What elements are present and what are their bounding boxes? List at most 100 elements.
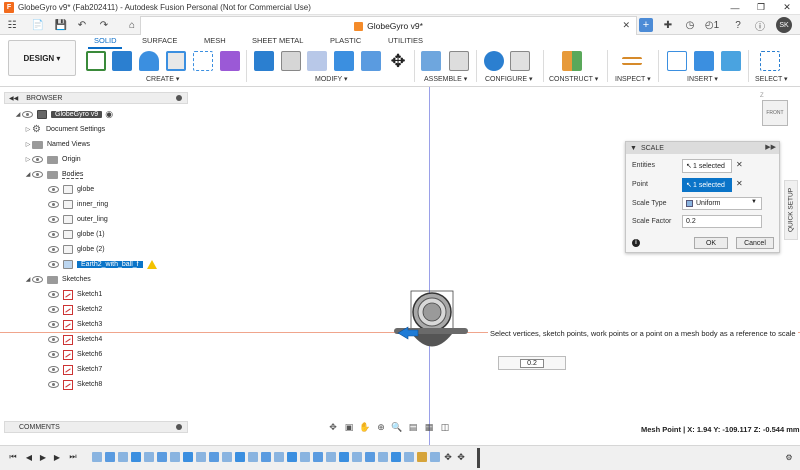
tab-plastic[interactable]: PLASTIC (330, 36, 361, 45)
tree-item-bodies[interactable]: ◢ Bodies (24, 168, 84, 181)
timeline-feature[interactable] (261, 452, 271, 462)
clear-point-icon[interactable]: ✕ (736, 179, 743, 188)
pan-icon[interactable]: ✋ (359, 422, 371, 433)
construct-menu[interactable]: CONSTRUCT ▾ (549, 75, 598, 83)
insert-menu[interactable]: INSERT ▾ (687, 75, 718, 83)
create-menu[interactable]: CREATE ▾ (146, 75, 179, 83)
body-row[interactable]: inner_ring (48, 198, 108, 211)
timeline-feature[interactable] (287, 452, 297, 462)
job-status-icon[interactable]: ◷ (682, 18, 698, 32)
body-row[interactable]: globe (48, 183, 94, 196)
tree-item-origin[interactable]: ▷ Origin (24, 153, 81, 166)
sketch-row[interactable]: Sketch3 (48, 318, 102, 331)
timeline-feature[interactable] (92, 452, 102, 462)
zoom-window-icon[interactable]: 🔍 (391, 422, 403, 433)
chamfer-icon[interactable] (307, 51, 327, 71)
scale-value-input[interactable]: 0.2 (498, 356, 566, 370)
grid-menu-icon[interactable]: ☷ (4, 18, 20, 32)
viewcube[interactable]: FRONT (762, 100, 788, 126)
pin-icon[interactable] (176, 95, 182, 101)
timeline-feature[interactable] (339, 452, 349, 462)
step-forward-icon[interactable]: ▶ (52, 452, 62, 462)
scale-type-dropdown[interactable]: Uniform ▼ (682, 197, 762, 210)
visibility-eye-icon[interactable] (48, 336, 59, 343)
timeline-feature[interactable] (404, 452, 414, 462)
play-icon[interactable]: ▶ (38, 452, 48, 462)
timeline-feature[interactable] (196, 452, 206, 462)
dialog-header[interactable]: ▼ SCALE ▶▶ (626, 142, 779, 154)
visibility-eye-icon[interactable] (48, 306, 59, 313)
visibility-eye-icon[interactable] (48, 321, 59, 328)
tab-surface[interactable]: SURFACE (142, 36, 177, 45)
go-to-start-icon[interactable]: ⏮ (8, 452, 18, 462)
file-menu-icon[interactable]: 📄 (30, 18, 46, 32)
step-back-icon[interactable]: ◀ (24, 452, 34, 462)
visibility-eye-icon[interactable] (48, 291, 59, 298)
sketch-row[interactable]: Sketch2 (48, 303, 102, 316)
revolve-icon[interactable] (139, 51, 159, 71)
hole-icon[interactable] (166, 51, 186, 71)
form-icon[interactable] (220, 51, 240, 71)
user-avatar[interactable]: SK (776, 17, 792, 33)
undo-icon[interactable]: ↶ (74, 18, 90, 32)
redo-icon[interactable]: ↷ (96, 18, 112, 32)
expand-dialog-icon[interactable]: ▶▶ (765, 143, 776, 151)
timeline-feature[interactable] (157, 452, 167, 462)
orbit-icon[interactable]: ✥ (327, 422, 339, 433)
timeline-feature[interactable] (170, 452, 180, 462)
body-row[interactable]: outer_ling (48, 213, 108, 226)
timeline-feature[interactable] (365, 452, 375, 462)
expand-icon[interactable]: ▷ (24, 126, 32, 133)
timeline-feature[interactable] (131, 452, 141, 462)
timeline-feature[interactable] (274, 452, 284, 462)
timeline-feature[interactable] (235, 452, 245, 462)
tree-item-sketches[interactable]: ◢ Sketches (24, 273, 91, 286)
new-component-icon[interactable] (421, 51, 441, 71)
maximize-button[interactable]: ❐ (748, 0, 774, 15)
timeline-feature[interactable] (417, 452, 427, 462)
move-icon[interactable]: ✥ (388, 51, 408, 71)
workspace-switcher[interactable]: DESIGN ▾ (8, 40, 76, 76)
sketch-row[interactable]: Sketch8 (48, 378, 102, 391)
warning-icon[interactable] (146, 260, 157, 269)
visibility-eye-icon[interactable] (48, 366, 59, 373)
viewports-icon[interactable]: ◫ (439, 422, 451, 433)
visibility-eye-icon[interactable] (48, 381, 59, 388)
sketch-row[interactable]: Sketch6 (48, 348, 102, 361)
new-tab-button[interactable]: + (639, 18, 653, 32)
expand-icon[interactable]: ▷ (24, 141, 32, 148)
close-tab-icon[interactable]: ✕ (622, 20, 630, 31)
joint-icon[interactable] (449, 51, 469, 71)
timeline-feature[interactable] (313, 452, 323, 462)
display-settings-icon[interactable]: ▤ (407, 422, 419, 433)
configure-icon[interactable] (484, 51, 504, 71)
body-row[interactable]: globe (1) (48, 228, 105, 241)
shell-icon[interactable] (334, 51, 354, 71)
timeline-feature[interactable] (118, 452, 128, 462)
tab-utilities[interactable]: UTILITIES (388, 36, 423, 45)
press-pull-icon[interactable] (254, 51, 274, 71)
sketch-row[interactable]: Sketch4 (48, 333, 102, 346)
visibility-eye-icon[interactable] (48, 261, 59, 268)
active-radio-icon[interactable]: ◉ (105, 109, 113, 120)
select-icon[interactable] (760, 51, 780, 71)
save-icon[interactable]: 💾 (53, 18, 69, 32)
entities-selector[interactable]: ↖ 1 selected (682, 159, 732, 173)
collapse-icon[interactable]: ◀◀ (9, 95, 18, 102)
fillet-icon[interactable] (281, 51, 301, 71)
combine-icon[interactable] (361, 51, 381, 71)
point-selector[interactable]: ↖ 1 selected (682, 178, 732, 192)
expand-icon[interactable]: ▷ (24, 156, 32, 163)
table-icon[interactable] (510, 51, 530, 71)
timeline-feature[interactable] (144, 452, 154, 462)
sketch-row[interactable]: Sketch7 (48, 363, 102, 376)
expand-icon[interactable]: ◢ (14, 111, 22, 118)
assemble-menu[interactable]: ASSEMBLE ▾ (424, 75, 467, 83)
timeline-feature[interactable] (326, 452, 336, 462)
look-at-icon[interactable]: ▣ (343, 422, 355, 433)
body-row[interactable]: globe (2) (48, 243, 105, 256)
tab-solid[interactable]: SOLID (94, 36, 117, 45)
timeline-feature[interactable] (222, 452, 232, 462)
visibility-eye-icon[interactable] (32, 171, 43, 178)
expand-icon[interactable]: ◢ (24, 276, 32, 283)
